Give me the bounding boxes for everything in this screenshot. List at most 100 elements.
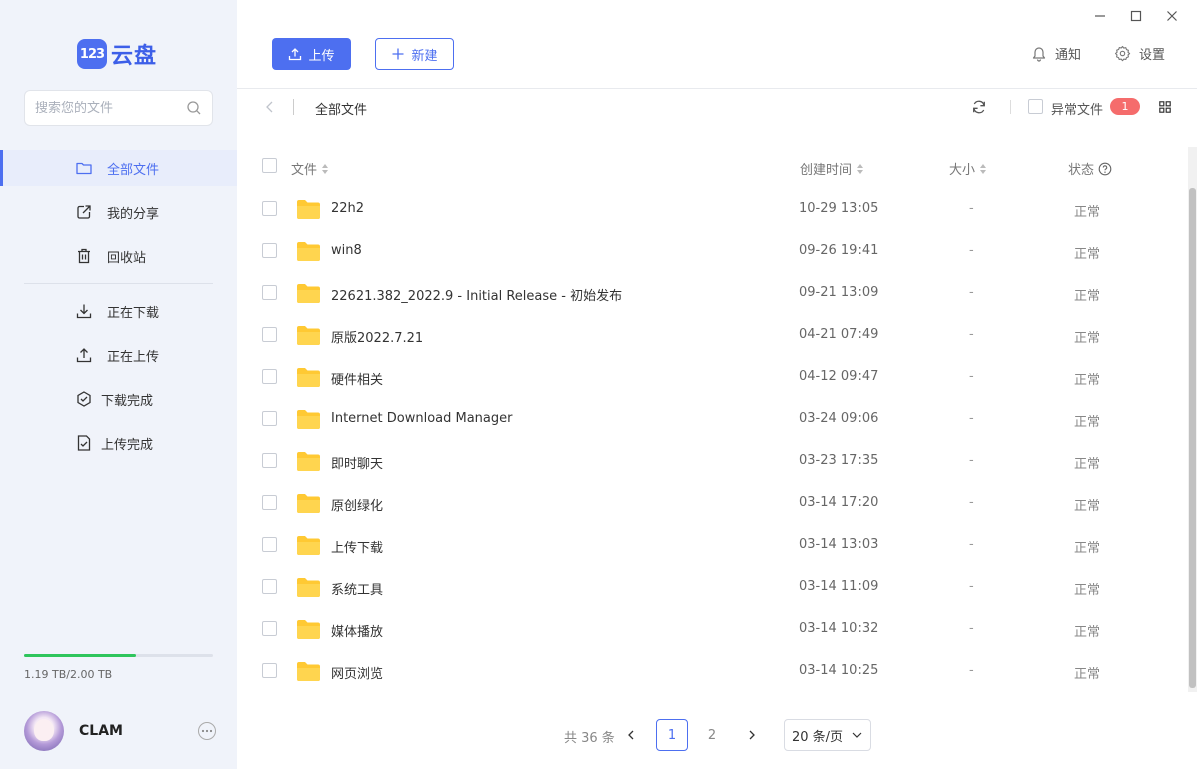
close-button[interactable]: [1162, 6, 1182, 26]
minimize-button[interactable]: [1090, 6, 1110, 26]
folder-icon: [296, 409, 321, 430]
table-row[interactable]: 即时聊天 03-23 17:35 - 正常: [237, 441, 1185, 483]
refresh-button[interactable]: [971, 99, 987, 115]
file-name[interactable]: win8: [331, 243, 362, 258]
file-name[interactable]: Internet Download Manager: [331, 411, 513, 426]
search-input[interactable]: [35, 100, 186, 116]
file-created-time: 03-14 13:03: [799, 537, 879, 552]
page-1-button[interactable]: 1: [656, 719, 688, 751]
check-circle-icon: [75, 390, 93, 408]
sidebar-item-download-complete[interactable]: 下载完成: [0, 381, 237, 417]
storage-progress: [24, 654, 213, 657]
row-checkbox[interactable]: [262, 201, 277, 216]
table-row[interactable]: win8 09-26 19:41 - 正常: [237, 231, 1185, 273]
row-checkbox[interactable]: [262, 537, 277, 552]
new-button[interactable]: 新建: [375, 38, 454, 70]
search-icon[interactable]: [186, 100, 202, 116]
table-row[interactable]: 原版2022.7.21 04-21 07:49 - 正常: [237, 315, 1185, 357]
table-row[interactable]: 原创绿化 03-14 17:20 - 正常: [237, 483, 1185, 525]
search-box[interactable]: [24, 90, 213, 126]
table-row[interactable]: 系统工具 03-14 11:09 - 正常: [237, 567, 1185, 609]
file-name[interactable]: 硬件相关: [331, 369, 383, 388]
row-checkbox[interactable]: [262, 285, 277, 300]
upload-icon: [75, 346, 93, 364]
scrollbar-thumb[interactable]: [1189, 188, 1196, 688]
table-row[interactable]: 网页浏览 03-14 10:25 - 正常: [237, 651, 1185, 693]
sidebar-item-label: 正在上传: [107, 349, 160, 365]
table-row[interactable]: Internet Download Manager 03-24 09:06 - 正常: [237, 399, 1185, 441]
notify-button[interactable]: 通知: [1031, 44, 1081, 63]
abnormal-files-label: 异常文件: [1051, 103, 1104, 118]
upload-button-label: 上传: [308, 48, 335, 64]
table-row[interactable]: 22h2 10-29 13:05 - 正常: [237, 189, 1185, 231]
row-checkbox[interactable]: [262, 621, 277, 636]
table-row[interactable]: 上传下载 03-14 13:03 - 正常: [237, 525, 1185, 567]
sidebar-item-all-files[interactable]: 全部文件: [0, 150, 237, 186]
upload-button[interactable]: 上传: [272, 38, 351, 70]
file-status: 正常: [1074, 457, 1101, 472]
folder-icon: [296, 325, 321, 346]
maximize-button[interactable]: [1126, 6, 1146, 26]
file-check-icon: [75, 434, 93, 452]
file-name[interactable]: 网页浏览: [331, 663, 383, 682]
sort-icon: [321, 163, 329, 175]
file-name[interactable]: 原创绿化: [331, 495, 383, 514]
download-icon: [75, 302, 93, 320]
folder-icon: [296, 577, 321, 598]
row-checkbox[interactable]: [262, 495, 277, 510]
row-checkbox[interactable]: [262, 579, 277, 594]
prev-page-button[interactable]: [624, 727, 638, 743]
settings-label: 设置: [1139, 48, 1166, 63]
sidebar-item-uploading[interactable]: 正在上传: [0, 337, 237, 373]
select-all-checkbox[interactable]: [262, 158, 277, 173]
table-row[interactable]: 硬件相关 04-12 09:47 - 正常: [237, 357, 1185, 399]
file-size: -: [969, 411, 974, 426]
chevron-right-icon: [745, 727, 759, 743]
page-size-select[interactable]: 20 条/页: [784, 719, 871, 751]
breadcrumb-divider: [293, 99, 294, 115]
header-size[interactable]: 大小: [949, 159, 987, 178]
sidebar-item-recycle-bin[interactable]: 回收站: [0, 238, 237, 274]
file-name[interactable]: 即时聊天: [331, 453, 383, 472]
file-status: 正常: [1074, 667, 1101, 682]
help-icon[interactable]: [1098, 162, 1112, 176]
file-created-time: 09-21 13:09: [799, 285, 879, 300]
more-options-button[interactable]: [198, 722, 216, 740]
table-row[interactable]: 22621.382_2022.9 - Initial Release - 初始发…: [237, 273, 1185, 315]
file-size: -: [969, 327, 974, 342]
back-button[interactable]: [263, 99, 277, 115]
file-name[interactable]: 上传下载: [331, 537, 383, 556]
folder-icon: [296, 199, 321, 220]
row-checkbox[interactable]: [262, 243, 277, 258]
row-checkbox[interactable]: [262, 663, 277, 678]
file-name[interactable]: 原版2022.7.21: [331, 327, 423, 346]
header-name[interactable]: 文件: [291, 159, 329, 178]
grid-view-toggle[interactable]: [1159, 101, 1171, 113]
sidebar-item-my-share[interactable]: 我的分享: [0, 194, 237, 230]
file-created-time: 03-14 10:32: [799, 621, 879, 636]
file-size: -: [969, 663, 974, 678]
settings-button[interactable]: 设置: [1114, 44, 1165, 63]
file-name[interactable]: 媒体播放: [331, 621, 383, 640]
table-row[interactable]: 媒体播放 03-14 10:32 - 正常: [237, 609, 1185, 651]
file-status: 正常: [1074, 373, 1101, 388]
file-name[interactable]: 22h2: [331, 201, 364, 216]
row-checkbox[interactable]: [262, 453, 277, 468]
file-status: 正常: [1074, 625, 1101, 640]
bell-icon: [1031, 46, 1047, 62]
sidebar-item-upload-complete[interactable]: 上传完成: [0, 425, 237, 461]
sidebar-item-downloading[interactable]: 正在下载: [0, 293, 237, 329]
header-created[interactable]: 创建时间: [800, 159, 864, 178]
next-page-button[interactable]: [745, 727, 759, 743]
avatar[interactable]: [24, 711, 64, 751]
row-checkbox[interactable]: [262, 411, 277, 426]
file-name[interactable]: 系统工具: [331, 579, 383, 598]
upload-icon: [288, 47, 302, 61]
abnormal-files-checkbox[interactable]: [1028, 99, 1043, 114]
file-name[interactable]: 22621.382_2022.9 - Initial Release - 初始发…: [331, 285, 622, 304]
row-checkbox[interactable]: [262, 369, 277, 384]
header-size-label: 大小: [949, 163, 976, 178]
row-checkbox[interactable]: [262, 327, 277, 342]
page-2-button[interactable]: 2: [696, 719, 728, 751]
folder-icon: [296, 535, 321, 556]
